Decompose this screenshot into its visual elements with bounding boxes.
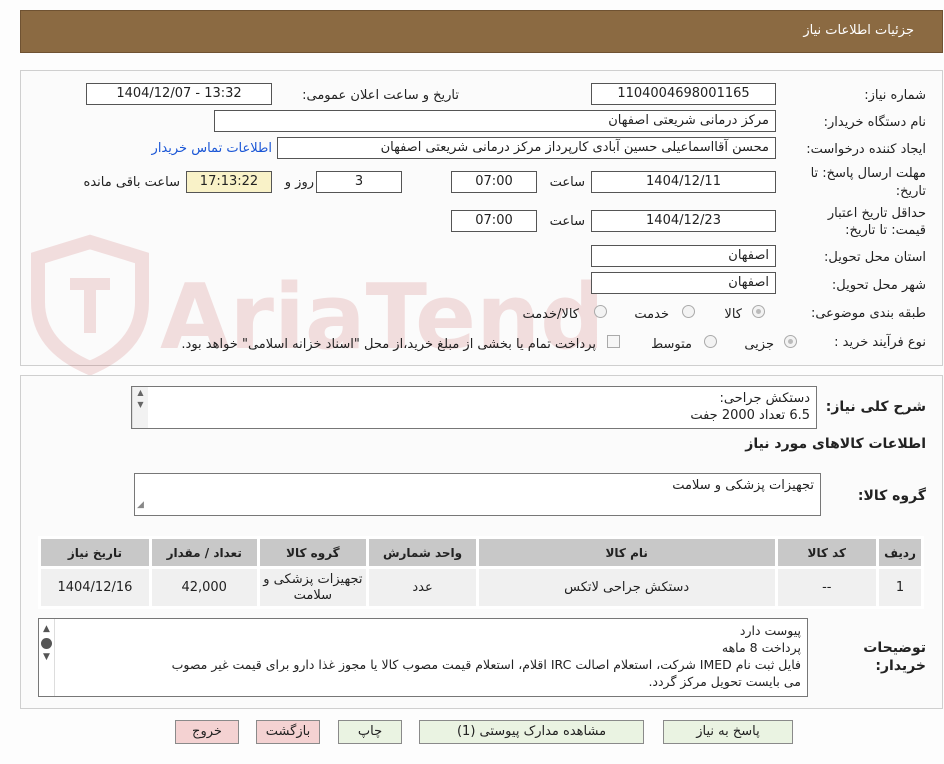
items-table-wrapper: ردیف کد کالا نام کالا واحد شمارش گروه کا… xyxy=(38,536,924,609)
scroll-up-icon[interactable]: ▲ xyxy=(39,623,54,636)
col-group: گروه کالا xyxy=(256,536,370,569)
category-radio-service[interactable] xyxy=(682,305,695,318)
scroll-up-icon[interactable]: ▲ xyxy=(133,387,148,399)
view-attachments-button[interactable]: مشاهده مدارک پیوستی (1) xyxy=(419,720,644,744)
need-number-field: 1104004698001165 xyxy=(591,83,776,105)
category-radio-goods[interactable] xyxy=(752,305,765,318)
cell-unit: عدد xyxy=(366,566,479,609)
days-label: روز و xyxy=(284,175,314,190)
category-option-service: خدمت xyxy=(634,307,669,322)
summary-label: شرح کلی نیاز: xyxy=(825,399,926,415)
summary-line-1: دستکش جراحی: xyxy=(719,391,810,406)
remaining-label: ساعت باقی مانده xyxy=(83,175,180,190)
buyer-notes-textarea[interactable]: پیوست دارد پرداخت 8 ماهه فایل ثبت نام IM… xyxy=(38,618,808,697)
category-radio-goods-service[interactable] xyxy=(594,305,607,318)
scroll-down-icon[interactable]: ▼ xyxy=(133,399,148,411)
buyer-notes-label: توضیحات xyxy=(863,640,926,656)
items-table: ردیف کد کالا نام کالا واحد شمارش گروه کا… xyxy=(38,536,924,609)
remaining-time-field: 17:13:22 xyxy=(186,171,272,193)
table-row[interactable]: 1 -- دستکش جراحی لاتکس عدد تجهیزات پزشکی… xyxy=(38,566,924,609)
goods-group-label: گروه کالا: xyxy=(857,488,926,504)
purchase-option-minor: جزیی xyxy=(744,337,774,352)
notes-line-3: فایل ثبت نام IMED شرکت، استعلام اصالت IR… xyxy=(171,657,801,672)
scroll-thumb[interactable] xyxy=(41,638,52,649)
purchase-option-medium: متوسط xyxy=(651,337,692,352)
col-row: ردیف xyxy=(876,536,924,569)
goods-group-textarea[interactable]: تجهیزات پزشکی و سلامت ◢ xyxy=(134,473,821,516)
notes-line-4: می بایست تحویل مرکز گردد. xyxy=(648,674,801,689)
summary-line-2: 6.5 تعداد 2000 جفت xyxy=(690,408,810,423)
validity-time-field: 07:00 xyxy=(451,210,537,232)
col-unit: واحد شمارش xyxy=(366,536,479,569)
buyer-notes-label-2: خریدار: xyxy=(875,658,926,674)
province-field: اصفهان xyxy=(591,245,776,267)
scroll-down-icon[interactable]: ▼ xyxy=(39,651,54,664)
category-option-goods: کالا xyxy=(724,307,742,322)
reply-button[interactable]: پاسخ به نیاز xyxy=(663,720,793,744)
col-qty: تعداد / مقدار xyxy=(148,536,260,569)
purchase-radio-minor[interactable] xyxy=(784,335,797,348)
validity-date-field: 1404/12/23 xyxy=(591,210,776,232)
category-option-goods-service: کالا/خدمت xyxy=(522,307,579,322)
deadline-label-2: تاریخ: xyxy=(895,184,926,199)
announce-field: 1404/12/07 - 13:32 xyxy=(86,83,272,105)
back-button[interactable]: بازگشت xyxy=(256,720,320,744)
notes-line-2: پرداخت 8 ماهه xyxy=(721,640,801,655)
notes-scrollbar[interactable]: ▲ ▼ xyxy=(39,619,55,696)
creator-label: ایجاد کننده درخواست: xyxy=(806,142,926,157)
goods-group-value: تجهیزات پزشکی و سلامت xyxy=(672,478,814,493)
cell-name: دستکش جراحی لاتکس xyxy=(475,566,778,609)
buyer-field: مرکز درمانی شریعتی اصفهان xyxy=(214,110,776,132)
deadline-label: مهلت ارسال پاسخ: تا xyxy=(810,166,926,181)
col-code: کد کالا xyxy=(774,536,880,569)
table-header-row: ردیف کد کالا نام کالا واحد شمارش گروه کا… xyxy=(38,536,924,569)
purchase-type-label: نوع فرآیند خرید : xyxy=(834,335,926,350)
resize-grip-icon[interactable]: ◢ xyxy=(137,497,144,514)
category-label: طبقه بندی موضوعی: xyxy=(810,306,926,321)
cell-date: 1404/12/16 xyxy=(38,566,152,609)
print-button[interactable]: چاپ xyxy=(338,720,402,744)
cell-row: 1 xyxy=(876,566,924,609)
treasury-bond-checkbox[interactable] xyxy=(607,335,620,348)
col-name: نام کالا xyxy=(475,536,778,569)
cell-qty: 42,000 xyxy=(148,566,260,609)
deadline-time-field: 07:00 xyxy=(451,171,537,193)
days-field: 3 xyxy=(316,171,402,193)
buyer-label: نام دستگاه خریدار: xyxy=(823,115,926,130)
purchase-radio-medium[interactable] xyxy=(704,335,717,348)
province-label: استان محل تحویل: xyxy=(824,250,926,265)
deadline-date-field: 1404/12/11 xyxy=(591,171,776,193)
announce-label: تاریخ و ساعت اعلان عمومی: xyxy=(302,88,459,103)
exit-button[interactable]: خروج xyxy=(175,720,239,744)
validity-label-2: قیمت: تا تاریخ: xyxy=(845,223,926,238)
summary-scrollbar[interactable]: ▲ ▼ xyxy=(132,387,148,428)
city-label: شهر محل تحویل: xyxy=(831,278,926,293)
city-field: اصفهان xyxy=(591,272,776,294)
page-title: جزئیات اطلاعات نیاز xyxy=(803,23,914,38)
deadline-time-label: ساعت xyxy=(549,175,585,190)
validity-label: حداقل تاریخ اعتبار xyxy=(827,206,926,221)
goods-section-title: اطلاعات کالاهای مورد نیاز xyxy=(745,436,926,452)
treasury-bond-text: پرداخت تمام یا بخشی از مبلغ خرید،از محل … xyxy=(181,337,596,352)
summary-textarea[interactable]: دستکش جراحی: 6.5 تعداد 2000 جفت ▲ ▼ xyxy=(131,386,817,429)
watermark-logo: AriaTender.neT xyxy=(31,234,600,376)
notes-line-1: پیوست دارد xyxy=(739,623,801,638)
cell-group: تجهیزات پزشکی و سلامت xyxy=(256,566,370,609)
creator-field: محسن آقااسماعیلی حسین آبادی کارپرداز مرک… xyxy=(277,137,776,159)
cell-code: -- xyxy=(774,566,880,609)
buyer-contact-link[interactable]: اطلاعات تماس خریدار xyxy=(152,141,272,156)
page-header: جزئیات اطلاعات نیاز xyxy=(20,10,943,53)
col-date: تاریخ نیاز xyxy=(38,536,152,569)
validity-time-label: ساعت xyxy=(549,214,585,229)
need-number-label: شماره نیاز: xyxy=(864,88,926,103)
